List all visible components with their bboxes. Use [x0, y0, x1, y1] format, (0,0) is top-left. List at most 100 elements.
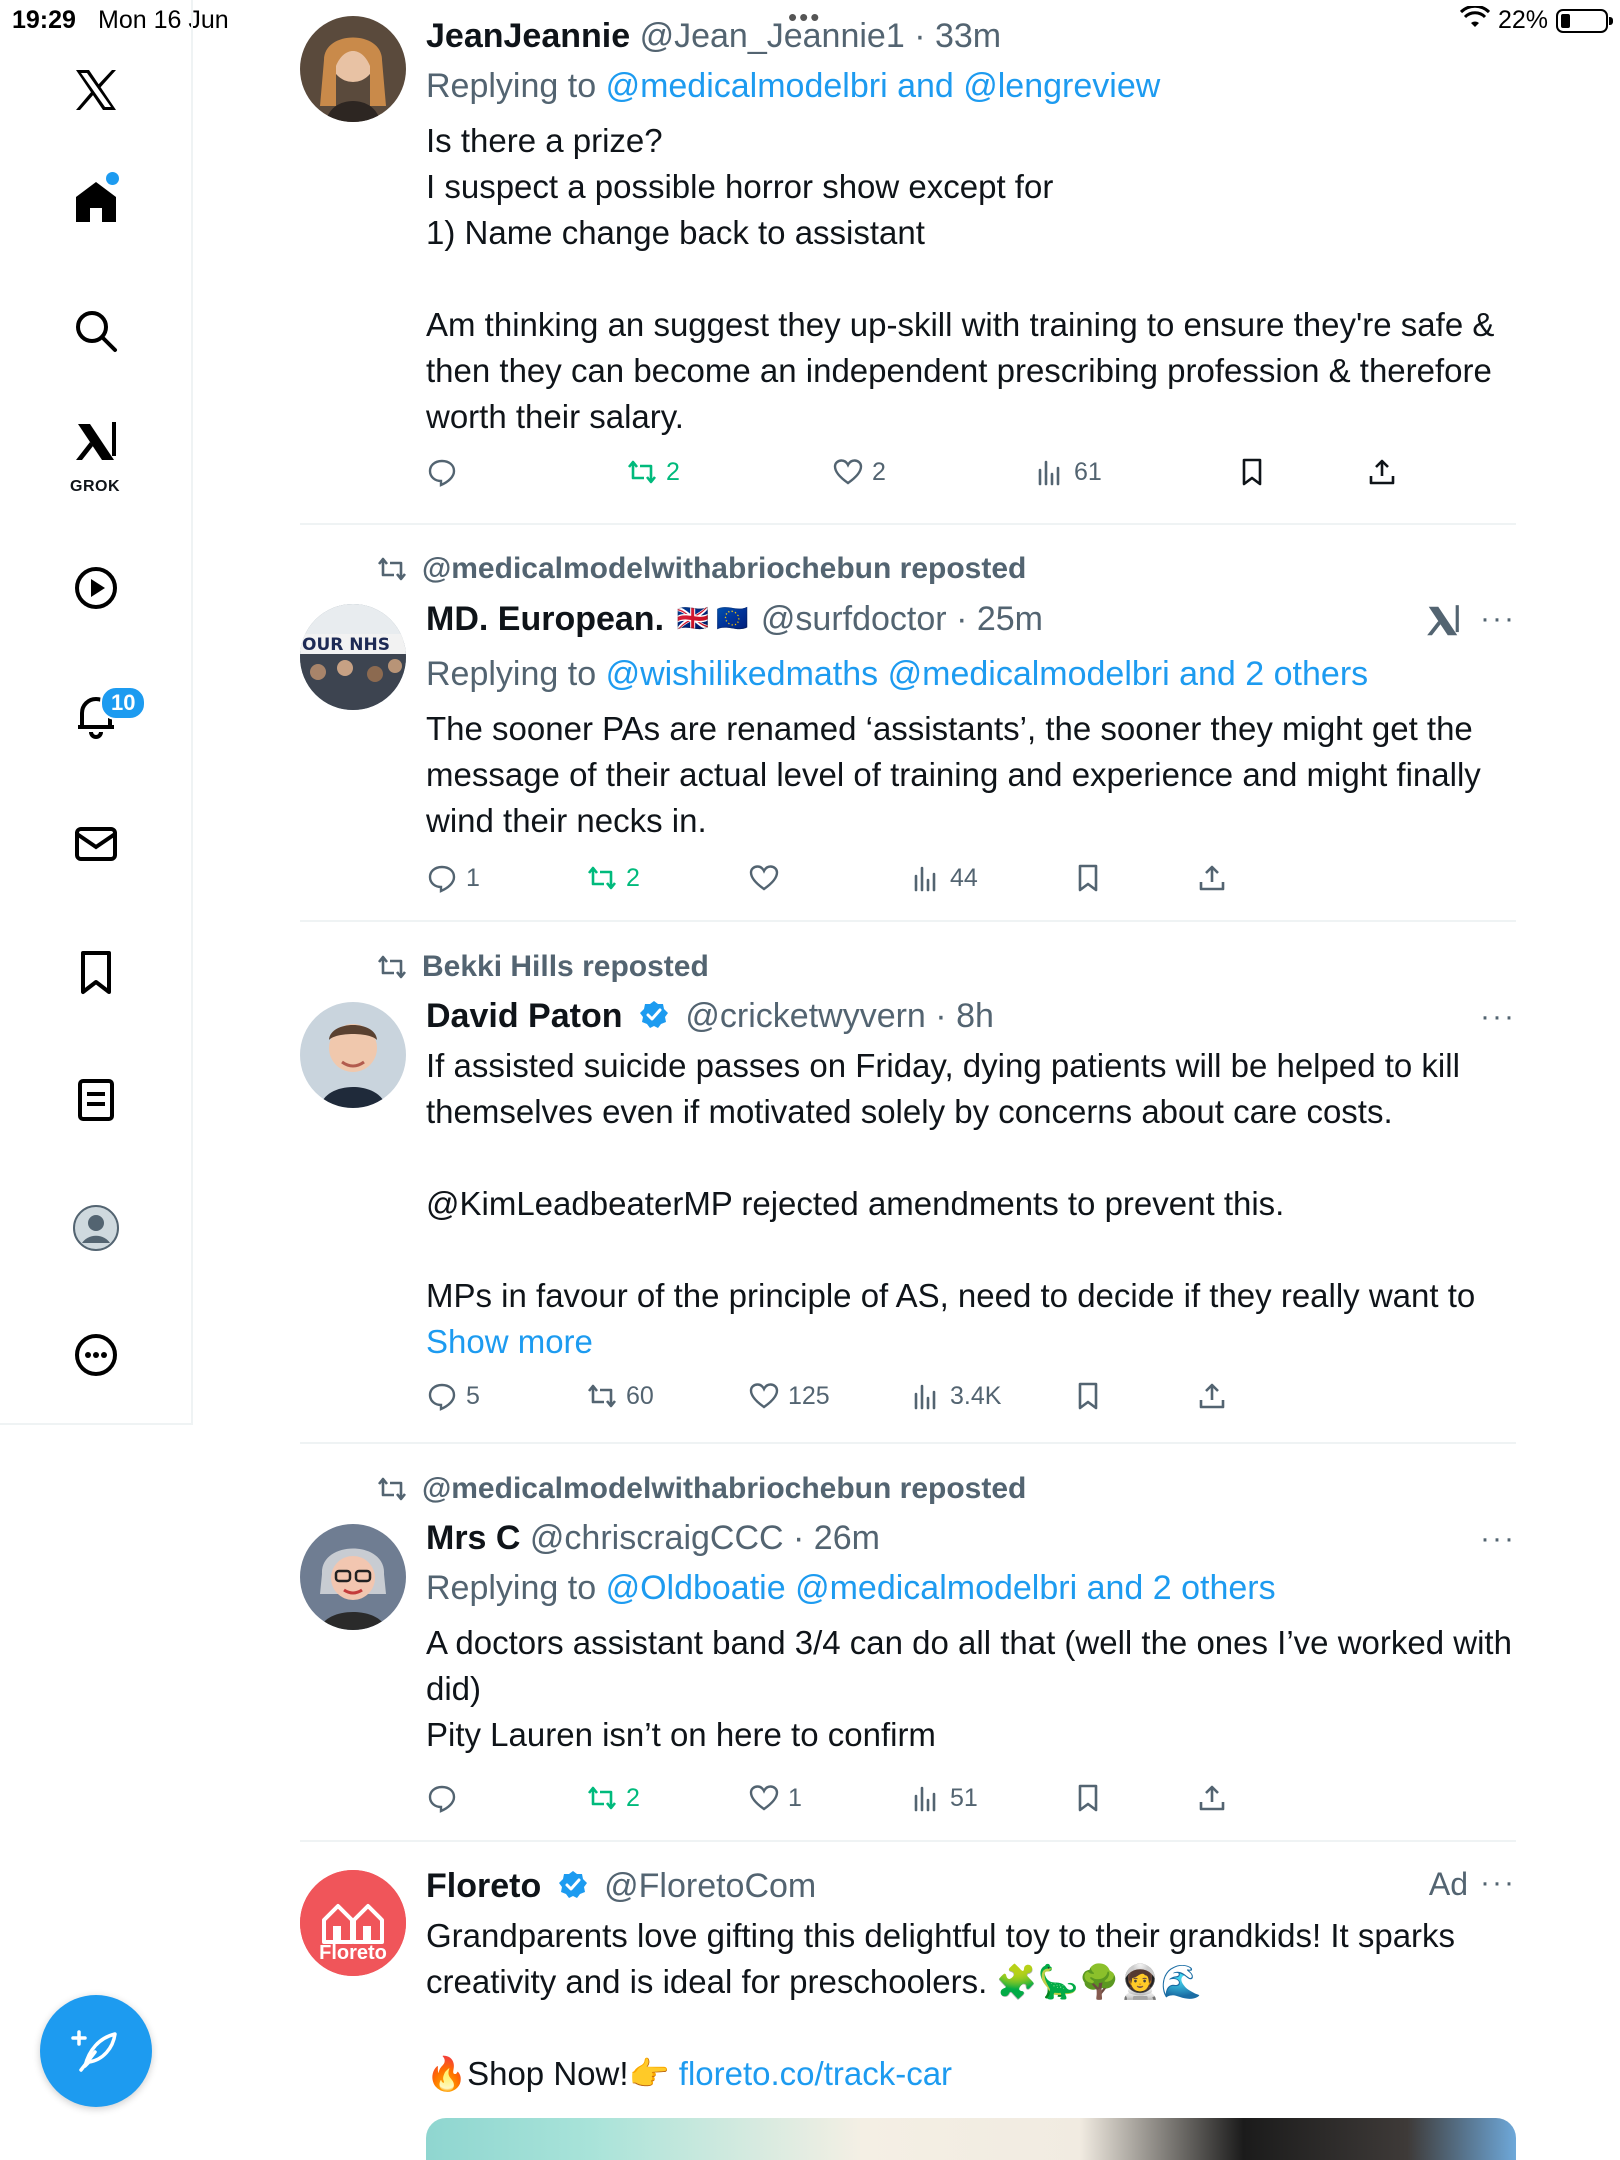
tweet-text: A doctors assistant band 3/4 can do all … — [426, 1624, 1512, 1753]
reply-button[interactable]: 5 — [426, 1380, 480, 1412]
tweet-card[interactable]: @medicalmodelwithabriochebun reposted Mr… — [300, 1472, 1516, 1822]
bookmarks-icon[interactable] — [56, 932, 136, 1012]
battery-icon — [1556, 9, 1613, 33]
heart-icon — [749, 1785, 779, 1811]
like-count: 2 — [872, 457, 886, 486]
more-options-icon[interactable]: ··· — [1480, 1866, 1516, 1900]
bookmark-button[interactable] — [1072, 862, 1104, 894]
repost-count: 2 — [626, 1783, 640, 1812]
bookmark-button[interactable] — [1236, 456, 1268, 488]
view-count: 3.4K — [950, 1381, 1002, 1410]
repost-icon — [377, 557, 407, 581]
reply-to-links[interactable]: @Oldboatie @medicalmodelbri and 2 others — [606, 1569, 1276, 1607]
tweet-time[interactable]: 26m — [814, 1519, 880, 1557]
author-name[interactable]: David Paton — [426, 997, 622, 1035]
promoted-tweet-card[interactable]: Floreto Floreto @FloretoCom Grandparents… — [300, 1866, 1516, 2160]
grok-icon[interactable] — [1424, 602, 1462, 640]
show-more-link[interactable]: Show more — [426, 1323, 593, 1360]
author-name[interactable]: MD. European. — [426, 600, 664, 638]
grok-icon[interactable] — [56, 412, 136, 472]
avatar[interactable] — [300, 16, 406, 122]
bookmark-button[interactable] — [1072, 1782, 1104, 1814]
like-button[interactable] — [748, 862, 788, 894]
bookmark-button[interactable] — [1072, 1380, 1104, 1412]
reply-button[interactable] — [426, 1782, 466, 1814]
repost-button[interactable]: 2 — [586, 1782, 640, 1814]
avatar[interactable] — [300, 1524, 406, 1630]
tweet-card[interactable]: @medicalmodelwithabriochebun reposted OU… — [300, 552, 1516, 902]
more-options-icon[interactable] — [56, 1315, 136, 1395]
share-icon — [1199, 1785, 1225, 1811]
repost-button[interactable]: 60 — [586, 1380, 654, 1412]
messages-icon[interactable] — [56, 804, 136, 884]
author-name[interactable]: Floreto — [426, 1867, 541, 1905]
views-button[interactable]: 44 — [910, 862, 978, 894]
view-count: 51 — [950, 1783, 978, 1812]
heart-icon — [833, 459, 863, 485]
verified-badge-icon — [639, 1001, 668, 1029]
like-button[interactable]: 1 — [748, 1782, 802, 1814]
video-icon[interactable] — [56, 548, 136, 628]
bookmark-icon — [1078, 864, 1098, 892]
reply-prefix: Replying to — [426, 1569, 597, 1607]
heart-icon — [749, 865, 779, 891]
tweet-time[interactable]: 33m — [935, 17, 1001, 55]
views-icon — [1038, 460, 1060, 486]
share-button[interactable] — [1196, 1380, 1228, 1412]
like-button[interactable]: 125 — [748, 1380, 830, 1412]
ad-media-image[interactable] — [426, 2118, 1516, 2160]
ad-link[interactable]: floreto.co/track-car — [679, 2055, 952, 2092]
author-name[interactable]: Mrs C — [426, 1519, 520, 1557]
share-button[interactable] — [1196, 1782, 1228, 1814]
more-options-icon[interactable]: ··· — [1480, 1522, 1516, 1556]
share-icon — [1199, 865, 1225, 891]
x-logo-icon[interactable] — [56, 50, 136, 130]
reply-count: 5 — [466, 1381, 480, 1410]
author-handle[interactable]: @FloretoCom — [604, 1867, 816, 1905]
tweet-text: Is there a prize? I suspect a possible h… — [426, 122, 1495, 435]
home-icon[interactable] — [56, 162, 136, 242]
more-options-icon[interactable]: ··· — [1480, 602, 1516, 636]
svg-text:OUR NHS: OUR NHS — [302, 635, 390, 655]
sidebar: GROK 10 — [0, 0, 193, 1425]
tweet-actions: 1 2 44 — [426, 862, 1426, 902]
repost-indicator: @medicalmodelwithabriochebun reposted — [376, 552, 1026, 586]
tweet-card[interactable]: Bekki Hills reposted David Paton @cricke… — [300, 950, 1516, 1420]
author-handle[interactable]: @Jean_Jeannie1 — [640, 17, 905, 55]
tweet-time[interactable]: 8h — [956, 997, 994, 1035]
reply-button[interactable] — [426, 456, 466, 488]
tweet-card[interactable]: JeanJeannie @Jean_Jeannie1 · 33m Replyin… — [300, 16, 1516, 506]
share-button[interactable] — [1196, 862, 1228, 894]
repost-icon — [377, 955, 407, 979]
repost-by[interactable]: @medicalmodelwithabriochebun reposted — [422, 1472, 1026, 1506]
repost-indicator: Bekki Hills reposted — [376, 950, 709, 984]
share-button[interactable] — [1366, 456, 1398, 488]
lists-icon[interactable] — [56, 1060, 136, 1140]
reply-to-links[interactable]: @medicalmodelbri and @lengreview — [606, 67, 1161, 105]
avatar[interactable]: OUR NHS — [300, 604, 406, 710]
views-button[interactable]: 51 — [910, 1782, 978, 1814]
reply-to-links[interactable]: @wishilikedmaths @medicalmodelbri and 2 … — [606, 655, 1369, 693]
author-handle[interactable]: @surfdoctor — [761, 600, 947, 638]
profile-avatar-icon[interactable] — [56, 1188, 136, 1268]
author-name[interactable]: JeanJeannie — [426, 17, 630, 55]
bookmark-icon — [1242, 458, 1262, 486]
tweet-divider — [300, 920, 1516, 922]
repost-by[interactable]: @medicalmodelwithabriochebun reposted — [422, 552, 1026, 586]
author-handle[interactable]: @chriscraigCCC — [530, 1519, 784, 1557]
reply-icon — [428, 459, 456, 487]
compose-post-button[interactable] — [40, 1995, 152, 2107]
advertiser-avatar[interactable]: Floreto — [300, 1870, 406, 1976]
repost-button[interactable]: 2 — [626, 456, 680, 488]
search-icon[interactable] — [56, 291, 136, 371]
views-button[interactable]: 3.4K — [910, 1380, 1001, 1412]
repost-by[interactable]: Bekki Hills reposted — [422, 950, 709, 984]
tweet-time[interactable]: 25m — [977, 600, 1043, 638]
reply-button[interactable]: 1 — [426, 862, 480, 894]
author-handle[interactable]: @cricketwyvern — [685, 997, 925, 1035]
views-button[interactable]: 61 — [1034, 456, 1102, 488]
repost-button[interactable]: 2 — [586, 862, 640, 894]
avatar[interactable] — [300, 1002, 406, 1108]
more-options-icon[interactable]: ··· — [1480, 1000, 1516, 1034]
like-button[interactable]: 2 — [832, 456, 886, 488]
